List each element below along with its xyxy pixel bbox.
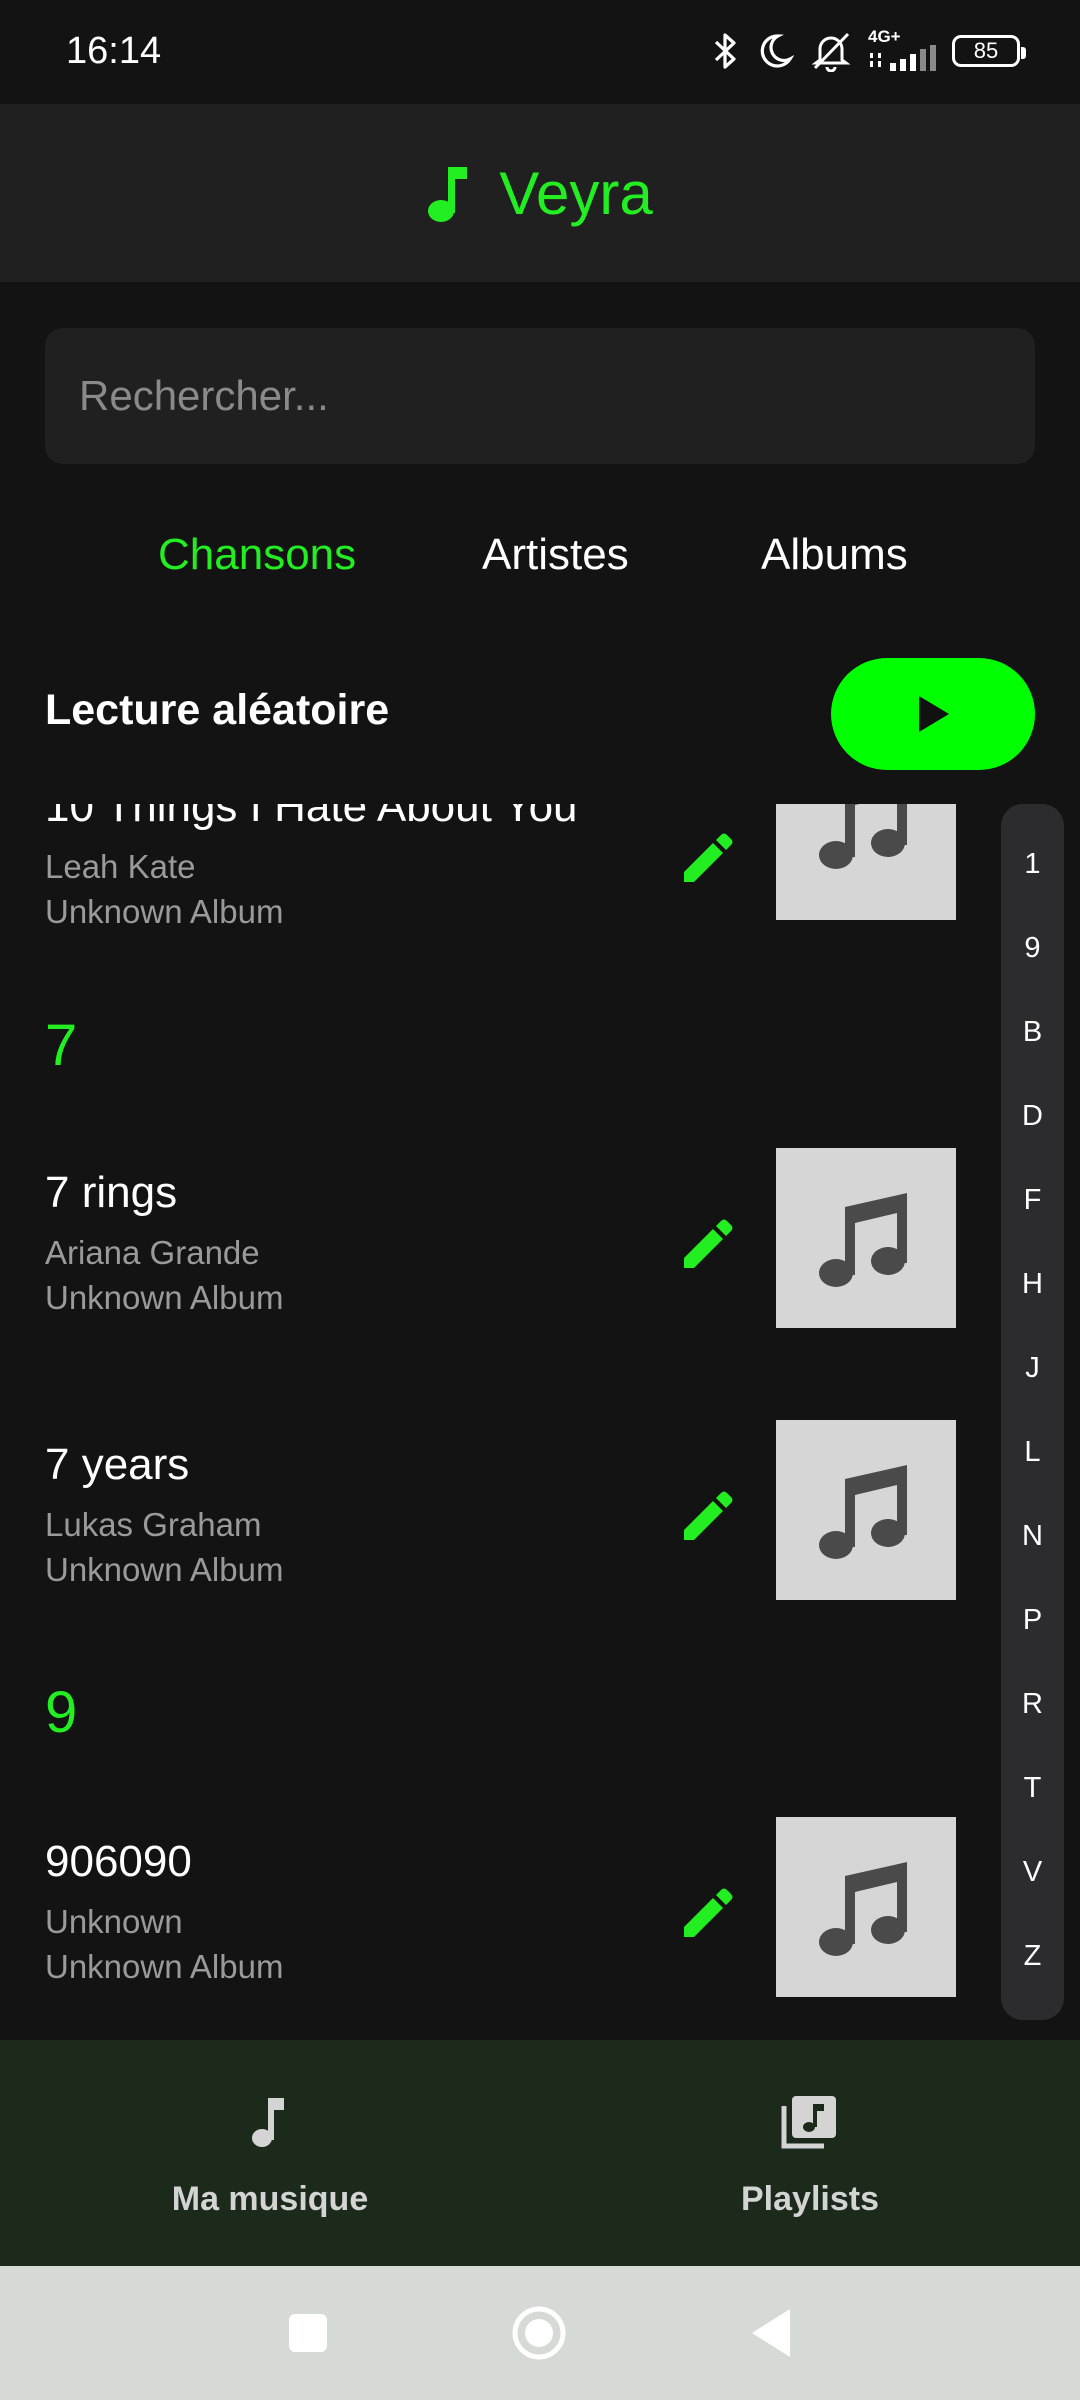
index-letter[interactable]: H	[1001, 1268, 1064, 1301]
index-letter[interactable]: Z	[1001, 1940, 1064, 1973]
nav-label: Ma musique	[171, 2180, 369, 2218]
tab-artistes[interactable]: Artistes	[482, 530, 629, 580]
system-navigation-bar	[0, 2266, 1080, 2400]
list-item[interactable]: 7 rings Ariana Grande Unknown Album	[0, 1148, 1000, 1348]
status-icons: 4G+ 85	[710, 26, 1026, 76]
list-item[interactable]: 10 Things I Hate About You Leah Kate Unk…	[0, 804, 1000, 938]
alphabet-index[interactable]: 1 9 B D F H J L N P R T V Z	[1001, 804, 1064, 2020]
home-circle-icon[interactable]	[509, 2303, 569, 2363]
tab-albums[interactable]: Albums	[761, 530, 908, 580]
nav-ma-musique[interactable]: Ma musique	[0, 2040, 540, 2266]
index-letter[interactable]: J	[1001, 1352, 1064, 1385]
index-letter[interactable]: R	[1001, 1688, 1064, 1721]
song-title: 7 years	[45, 1440, 190, 1489]
signal-icon: 4G+	[868, 27, 936, 71]
music-notes-icon	[819, 1193, 907, 1287]
bottom-navigation: Ma musique Playlists	[0, 2040, 1080, 2266]
index-letter[interactable]: F	[1001, 1184, 1064, 1217]
song-artist: Unknown	[45, 1903, 183, 1940]
shuffle-label: Lecture aléatoire	[45, 686, 390, 734]
album-thumbnail	[776, 1817, 956, 1997]
song-album: Unknown Album	[45, 893, 284, 930]
section-header: 7	[45, 1013, 78, 1078]
back-triangle-icon[interactable]	[742, 2303, 802, 2363]
play-icon	[919, 696, 949, 732]
app-title: Veyra	[499, 159, 653, 227]
index-letter[interactable]: V	[1001, 1856, 1064, 1889]
bell-off-icon	[811, 32, 851, 72]
battery-level: 85	[973, 38, 999, 63]
song-artist: Ariana Grande	[45, 1234, 260, 1271]
music-notes-icon	[819, 804, 907, 869]
recents-square-icon[interactable]	[278, 2303, 338, 2363]
edit-pencil-icon[interactable]	[676, 1214, 736, 1274]
edit-pencil-icon[interactable]	[676, 1486, 736, 1546]
index-letter[interactable]: P	[1001, 1604, 1064, 1637]
music-note-icon	[252, 2098, 284, 2147]
search-input[interactable]	[45, 328, 1035, 464]
album-thumbnail	[776, 804, 956, 920]
network-type: 4G+	[868, 27, 901, 46]
list-item[interactable]: 906090 Unknown Unknown Album	[0, 1817, 1000, 2017]
search-box[interactable]	[45, 328, 1035, 464]
status-time: 16:14	[66, 30, 162, 72]
index-letter[interactable]: T	[1001, 1772, 1064, 1805]
battery-icon: 85	[952, 35, 1026, 67]
song-album: Unknown Album	[45, 1279, 284, 1316]
music-note-icon	[428, 167, 468, 222]
nav-playlists[interactable]: Playlists	[540, 2040, 1080, 2266]
album-thumbnail	[776, 1420, 956, 1600]
edit-pencil-icon[interactable]	[676, 828, 736, 888]
nav-label: Playlists	[741, 2180, 879, 2218]
tab-bar: Chansons Artistes Albums	[0, 530, 1080, 600]
index-letter[interactable]: 1	[1001, 848, 1064, 881]
playlist-icon	[781, 2096, 836, 2149]
list-item[interactable]: 7 years Lukas Graham Unknown Album	[0, 1420, 1000, 1620]
index-letter[interactable]: D	[1001, 1100, 1064, 1133]
bluetooth-icon	[714, 33, 736, 69]
song-artist: Lukas Graham	[45, 1506, 262, 1543]
moon-icon	[760, 34, 794, 68]
music-notes-icon	[819, 1465, 907, 1559]
song-list[interactable]: 10 Things I Hate About You Leah Kate Unk…	[0, 804, 1080, 2040]
album-thumbnail	[776, 1148, 956, 1328]
edit-pencil-icon[interactable]	[676, 1883, 736, 1943]
music-notes-icon	[819, 1862, 907, 1956]
song-album: Unknown Album	[45, 1551, 284, 1588]
song-title: 10 Things I Hate About You	[45, 804, 578, 831]
tab-chansons[interactable]: Chansons	[158, 530, 356, 580]
song-title: 7 rings	[45, 1168, 178, 1217]
status-bar: 16:14 4G+ 85	[0, 0, 1080, 104]
shuffle-play-button[interactable]	[831, 658, 1035, 770]
song-artist: Leah Kate	[45, 848, 196, 885]
song-album: Unknown Album	[45, 1948, 284, 1985]
index-letter[interactable]: 9	[1001, 932, 1064, 965]
song-title: 906090	[45, 1837, 192, 1886]
index-letter[interactable]: L	[1001, 1436, 1064, 1469]
app-bar: Veyra	[0, 104, 1080, 282]
index-letter[interactable]: B	[1001, 1016, 1064, 1049]
index-letter[interactable]: N	[1001, 1520, 1064, 1553]
section-header: 9	[45, 1680, 78, 1745]
